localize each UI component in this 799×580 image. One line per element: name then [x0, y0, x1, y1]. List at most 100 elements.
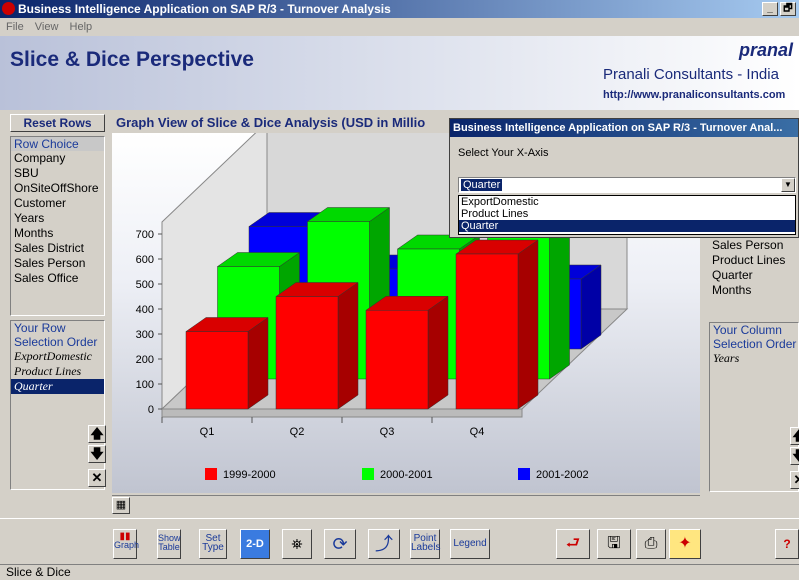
app-logo-icon — [2, 2, 15, 15]
bar-side — [337, 282, 359, 410]
y-tick-label: 700 — [136, 229, 154, 241]
column-choice-item[interactable]: Sales Person — [709, 238, 799, 253]
column-choice-item[interactable]: Months — [709, 283, 799, 298]
legend-label: 2000-2001 — [380, 469, 433, 481]
column-order-item[interactable]: Years — [710, 351, 798, 366]
bar-side — [247, 317, 269, 410]
column-order-panel: Your Column Selection Order Years 🡅 🡇 ✕ — [709, 322, 799, 492]
row-order-item[interactable]: ExportDomestic — [11, 349, 104, 364]
exit-icon[interactable]: ⮐ — [556, 529, 590, 559]
chart-scrollbar[interactable]: ▦ — [112, 495, 700, 515]
menu-view[interactable]: View — [35, 21, 59, 33]
dialog-label: Select Your X-Axis — [458, 147, 549, 159]
window-title: Business Intelligence Application on SAP… — [18, 2, 391, 16]
chart-floor-edge — [161, 408, 523, 418]
row-choice-item[interactable]: OnSiteOffShore — [11, 181, 104, 196]
print-icon[interactable]: ⎙ — [636, 529, 666, 559]
row-choice-item[interactable]: Customer — [11, 196, 104, 211]
chevron-down-icon[interactable]: ▼ — [781, 178, 795, 192]
y-tick-label: 200 — [136, 354, 154, 366]
clear-rows-button[interactable]: ✕ — [88, 469, 106, 487]
legend-swatch — [205, 468, 217, 480]
bar-side — [517, 239, 539, 410]
company-name: Pranali Consultants - India — [603, 66, 779, 83]
clear-columns-button[interactable]: ✕ — [790, 471, 799, 489]
xaxis-dialog: Business Intelligence Application on SAP… — [449, 118, 799, 238]
row-order-item-selected[interactable]: Quarter — [11, 379, 104, 394]
row-choice-panel: Row Choice Company SBU OnSiteOffShore Cu… — [10, 136, 105, 316]
graph-button[interactable]: ▮▮ Graph — [113, 529, 139, 559]
column-choice-item[interactable]: Quarter — [709, 268, 799, 283]
column-move-up-button[interactable]: 🡅 — [790, 427, 799, 445]
row-choice-heading: Row Choice — [11, 137, 104, 151]
y-tick-label: 300 — [136, 329, 154, 341]
column-move-down-button[interactable]: 🡇 — [790, 447, 799, 465]
point-labels-button[interactable]: Point Labels — [410, 529, 440, 559]
brand-logo: pranal — [738, 40, 793, 60]
dialog-title: Business Intelligence Application on SAP… — [450, 119, 798, 137]
minimize-button[interactable]: _ — [762, 2, 778, 16]
reset-rows-button[interactable]: Reset Rows — [10, 114, 105, 132]
legend-label: 2001-2002 — [536, 469, 589, 481]
show-table-button[interactable]: Show Table — [157, 529, 181, 559]
company-url: http://www.pranaliconsultants.com — [603, 89, 786, 101]
xaxis-option-selected[interactable]: Quarter — [459, 220, 795, 232]
legend-swatch — [518, 468, 530, 480]
xaxis-select[interactable]: Quarter ▼ — [458, 177, 796, 193]
bar-1999-2000-Q1 — [185, 331, 249, 410]
row-choice-item[interactable]: Sales Office — [11, 271, 104, 286]
xaxis-option[interactable]: ExportDomestic — [459, 196, 795, 208]
save-icon[interactable]: 🖫 — [597, 529, 631, 559]
row-choice-item[interactable]: Company — [11, 151, 104, 166]
y-tick-label: 600 — [136, 254, 154, 266]
2d-toggle-button[interactable]: 2-D — [240, 529, 270, 559]
turn-arrow-icon[interactable]: ⤴ — [368, 529, 400, 559]
menu-help[interactable]: Help — [70, 21, 93, 33]
refresh-icon[interactable]: ⟳ — [324, 529, 356, 559]
bar-side — [427, 295, 449, 410]
row-choice-item[interactable]: Sales District — [11, 241, 104, 256]
bar-1999-2000-Q3 — [365, 310, 429, 410]
maximize-button[interactable]: 🗗 — [780, 2, 796, 16]
y-tick-label: 100 — [136, 379, 154, 391]
row-choice-item[interactable]: Years — [11, 211, 104, 226]
xaxis-option[interactable]: Product Lines — [459, 208, 795, 220]
page-title: Slice & Dice Perspective — [10, 48, 254, 71]
legend-label: 1999-2000 — [223, 469, 276, 481]
move-down-button[interactable]: 🡇 — [88, 445, 106, 463]
chart-options-icon[interactable]: ▦ — [112, 497, 130, 514]
row-choice-item[interactable]: SBU — [11, 166, 104, 181]
bar-1999-2000-Q4 — [455, 253, 519, 410]
legend-swatch — [362, 468, 374, 480]
x-tick-label: Q1 — [200, 426, 215, 438]
x-tick-label: Q4 — [470, 426, 485, 438]
page-header: Slice & Dice Perspective pranal Pranali … — [0, 36, 799, 110]
bar-side — [580, 264, 602, 350]
bottom-toolbar: ▮▮ Graph Show Table Set Type 2-D ⛯ ⟳ ⤴ P… — [0, 518, 799, 564]
xaxis-options-list: ExportDomestic Product Lines Quarter — [458, 195, 796, 235]
set-type-button[interactable]: Set Type — [199, 529, 227, 559]
row-choice-item[interactable]: Sales Person — [11, 256, 104, 271]
bar-1999-2000-Q2 — [275, 296, 339, 410]
y-tick-label: 500 — [136, 279, 154, 291]
row-order-heading: Your Row Selection Order — [14, 321, 98, 349]
window-titlebar: Business Intelligence Application on SAP… — [0, 0, 799, 18]
row-order-item[interactable]: Product Lines — [11, 364, 104, 379]
column-order-heading: Your Column Selection Order — [713, 323, 797, 351]
row-order-panel: Your Row Selection Order ExportDomestic … — [10, 320, 106, 490]
menu-file[interactable]: File — [6, 21, 24, 33]
column-choice-panel: Sales Person Product Lines Quarter Month… — [709, 238, 799, 318]
column-choice-item[interactable]: Product Lines — [709, 253, 799, 268]
help-button[interactable]: ? — [775, 529, 799, 559]
y-tick-label: 0 — [148, 404, 154, 416]
row-choice-item[interactable]: Months — [11, 226, 104, 241]
run-icon[interactable]: ✦ — [669, 529, 701, 559]
x-tick-label: Q2 — [290, 426, 305, 438]
status-bar: Slice & Dice — [0, 564, 799, 580]
move-up-button[interactable]: 🡅 — [88, 425, 106, 443]
menubar: File View Help — [0, 18, 799, 36]
binoculars-icon[interactable]: ⛯ — [282, 529, 312, 559]
y-tick-label: 400 — [136, 304, 154, 316]
xaxis-select-value: Quarter — [461, 179, 503, 191]
legend-button[interactable]: Legend — [450, 529, 490, 559]
